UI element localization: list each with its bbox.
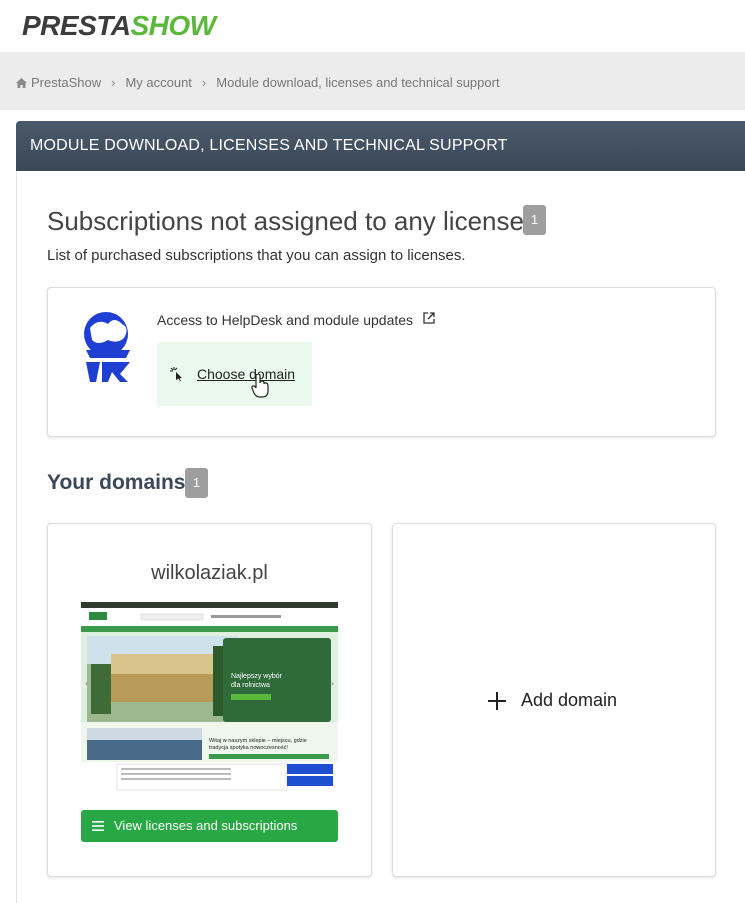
add-domain-card[interactable]: Add domain <box>392 523 716 877</box>
view-licenses-label: View licenses and subscriptions <box>114 818 298 833</box>
preview-welcome-line-2: tradycja spotyka nowoczesność! <box>209 745 288 751</box>
add-domain-button[interactable]: Add domain <box>488 690 617 711</box>
breadcrumb-separator: › <box>201 75 207 90</box>
breadcrumb-current: Module download, licenses and technical … <box>216 75 500 90</box>
helpdesk-logo-icon <box>84 312 130 382</box>
domains-heading: Your domains <box>47 471 186 494</box>
breadcrumb-bar: PrestaShow › My account › Module downloa… <box>0 52 745 110</box>
external-link-icon[interactable] <box>423 312 435 324</box>
hand-pointer-icon <box>251 374 269 398</box>
list-icon <box>92 821 104 831</box>
domain-name: wilkolaziak.pl <box>151 562 268 584</box>
preview-welcome-line-1: Witaj w naszym sklepie – miejscu, gdzie <box>209 738 307 744</box>
subscription-title: Access to HelpDesk and module updates <box>157 312 435 328</box>
logo-text-show: SHOW <box>130 10 217 41</box>
add-domain-label: Add domain <box>521 690 618 710</box>
choose-domain-button[interactable]: Choose domain <box>157 342 312 406</box>
subscriptions-description: List of purchased subscriptions that you… <box>47 247 466 264</box>
breadcrumb-my-account[interactable]: My account <box>125 75 191 90</box>
svg-text:›: › <box>331 679 334 688</box>
domains-count-badge: 1 <box>185 468 208 498</box>
view-licenses-button[interactable]: View licenses and subscriptions <box>81 810 338 842</box>
cursor-click-icon <box>170 367 182 381</box>
subscription-card: Access to HelpDesk and module updates Ch… <box>47 287 716 437</box>
domain-preview-thumbnail[interactable]: Najlepszy wybór dla rolnictwa Witaj w na… <box>81 602 338 792</box>
preview-hero-line-2: dla rolnictwa <box>231 682 270 689</box>
page-title: MODULE DOWNLOAD, LICENSES AND TECHNICAL … <box>30 137 508 154</box>
subscription-title-text: Access to HelpDesk and module updates <box>157 312 414 328</box>
breadcrumb-prestashow[interactable]: PrestaShow <box>31 75 101 90</box>
prestashow-logo[interactable]: PRESTASHOW <box>22 10 216 42</box>
domain-card: wilkolaziak.pl Najlepszy wybór dla rolni… <box>47 523 372 877</box>
logo-text-presta: PRESTA <box>22 10 131 41</box>
subscriptions-count-badge: 1 <box>523 205 546 235</box>
breadcrumb: PrestaShow › My account › Module downloa… <box>16 75 500 90</box>
svg-text:‹: ‹ <box>85 679 88 688</box>
breadcrumb-separator: › <box>111 75 116 90</box>
plus-icon <box>488 691 506 710</box>
home-icon <box>16 77 27 88</box>
subscriptions-heading: Subscriptions not assigned to any licens… <box>47 206 524 236</box>
preview-hero-line-1: Najlepszy wybór <box>231 673 283 680</box>
choose-domain-label[interactable]: Choose domain <box>197 366 295 382</box>
page-header: MODULE DOWNLOAD, LICENSES AND TECHNICAL … <box>16 121 745 171</box>
domain-preview-image: Najlepszy wybór dla rolnictwa Witaj w na… <box>81 602 338 791</box>
